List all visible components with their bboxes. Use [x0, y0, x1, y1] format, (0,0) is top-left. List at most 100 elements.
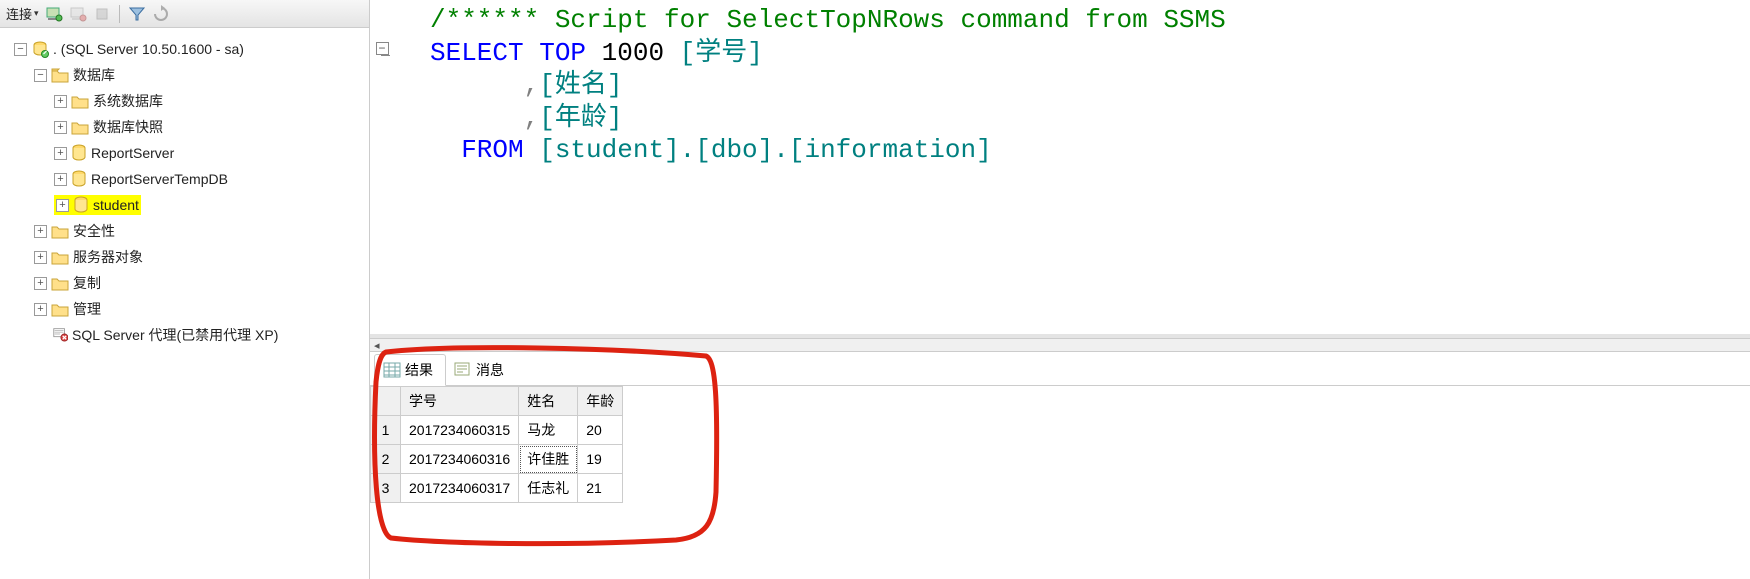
- tree-replication-node[interactable]: + 复制: [4, 270, 365, 296]
- tree-server-node[interactable]: − . (SQL Server 10.50.1600 - sa): [4, 36, 365, 62]
- tree-student-label: student: [93, 197, 139, 213]
- expand-toggle[interactable]: +: [54, 173, 67, 186]
- tree-reportservertemp-node[interactable]: + ReportServerTempDB: [4, 166, 365, 192]
- tab-messages[interactable]: 消息: [446, 355, 516, 385]
- cell[interactable]: 马龙: [519, 416, 578, 445]
- expand-toggle[interactable]: +: [56, 199, 69, 212]
- tree-db-snapshots-node[interactable]: + 数据库快照: [4, 114, 365, 140]
- tree-management-label: 管理: [73, 299, 101, 319]
- sql-from-kw: FROM: [430, 135, 524, 165]
- tree-system-databases-node[interactable]: + 系统数据库: [4, 88, 365, 114]
- results-tabs: 结果 消息: [370, 352, 1750, 386]
- tree-reportservertemp-label: ReportServerTempDB: [91, 171, 228, 187]
- tree-server-label: . (SQL Server 10.50.1600 - sa): [53, 41, 244, 57]
- sql-table: [student].[dbo].[information]: [524, 135, 992, 165]
- tree-student-node[interactable]: + student: [4, 192, 365, 218]
- table-row[interactable]: 1 2017234060315 马龙 20: [371, 416, 623, 445]
- results-pane: 结果 消息 学号 姓名 年龄 1 20172340: [370, 352, 1750, 503]
- database-icon: [71, 170, 87, 188]
- object-explorer-tree[interactable]: − . (SQL Server 10.50.1600 - sa) − 数据库 +: [0, 28, 369, 356]
- cell[interactable]: 2017234060315: [401, 416, 519, 445]
- database-icon: [71, 144, 87, 162]
- tree-reportserver-node[interactable]: + ReportServer: [4, 140, 365, 166]
- tree-security-node[interactable]: + 安全性: [4, 218, 365, 244]
- folder-icon: [51, 250, 69, 265]
- refresh-icon[interactable]: [152, 5, 170, 23]
- tab-messages-label: 消息: [476, 360, 504, 380]
- cell[interactable]: 20: [578, 416, 623, 445]
- tree-system-databases-label: 系统数据库: [93, 91, 163, 111]
- grid-header-col1[interactable]: 学号: [401, 387, 519, 416]
- tree-databases-node[interactable]: − 数据库: [4, 62, 365, 88]
- tree-replication-label: 复制: [73, 273, 101, 293]
- cell-selected[interactable]: 许佳胜: [519, 445, 578, 474]
- tab-results[interactable]: 结果: [374, 354, 446, 386]
- folder-icon: [71, 120, 89, 135]
- tree-db-snapshots-label: 数据库快照: [93, 117, 163, 137]
- row-number[interactable]: 1: [371, 416, 401, 445]
- grid-header-col3[interactable]: 年龄: [578, 387, 623, 416]
- tree-sql-agent-node[interactable]: SQL Server 代理(已禁用代理 XP): [4, 322, 365, 348]
- sql-col1: [学号]: [680, 38, 763, 68]
- table-row[interactable]: 3 2017234060317 任志礼 21: [371, 474, 623, 503]
- expand-toggle[interactable]: +: [54, 121, 67, 134]
- expand-toggle[interactable]: +: [54, 95, 67, 108]
- tree-management-node[interactable]: + 管理: [4, 296, 365, 322]
- tree-reportserver-label: ReportServer: [91, 145, 174, 161]
- expand-toggle[interactable]: +: [54, 147, 67, 160]
- tree-security-label: 安全性: [73, 221, 115, 241]
- tab-results-label: 结果: [405, 360, 433, 380]
- tree-databases-label: 数据库: [73, 65, 115, 85]
- scroll-left-icon[interactable]: ◂: [374, 339, 380, 352]
- sql-top-kw: TOP: [524, 38, 586, 68]
- cell[interactable]: 2017234060317: [401, 474, 519, 503]
- expand-toggle[interactable]: −: [14, 43, 27, 56]
- disconnect-server-icon[interactable]: [69, 5, 87, 23]
- folder-icon: [51, 276, 69, 291]
- object-explorer-panel: 连接 ▾ −: [0, 0, 370, 579]
- messages-icon: [454, 362, 472, 378]
- stop-icon[interactable]: [93, 5, 111, 23]
- sql-editor[interactable]: − /****** Script for SelectTopNRows comm…: [370, 0, 1750, 338]
- folder-icon: [51, 224, 69, 239]
- tree-server-objects-label: 服务器对象: [73, 247, 143, 267]
- row-number[interactable]: 3: [371, 474, 401, 503]
- cell[interactable]: 19: [578, 445, 623, 474]
- results-grid[interactable]: 学号 姓名 年龄 1 2017234060315 马龙 20 2 2017234…: [370, 386, 623, 503]
- connect-label[interactable]: 连接: [6, 4, 32, 23]
- table-row[interactable]: 2 2017234060316 许佳胜 19: [371, 445, 623, 474]
- sql-comma1: ,: [430, 70, 539, 100]
- sql-col2: [姓名]: [539, 70, 622, 100]
- expand-toggle[interactable]: +: [34, 225, 47, 238]
- server-icon: [31, 40, 49, 58]
- grid-corner[interactable]: [371, 387, 401, 416]
- connect-server-icon[interactable]: [45, 5, 63, 23]
- horizontal-scrollbar[interactable]: ◂: [370, 338, 1750, 352]
- connect-dropdown-icon[interactable]: ▾: [34, 8, 39, 19]
- cell[interactable]: 2017234060316: [401, 445, 519, 474]
- cell[interactable]: 21: [578, 474, 623, 503]
- database-icon: [73, 196, 89, 214]
- editor-results-panel: − /****** Script for SelectTopNRows comm…: [370, 0, 1750, 579]
- filter-icon[interactable]: [128, 5, 146, 23]
- folder-icon: [71, 94, 89, 109]
- sql-comment: /****** Script for SelectTopNRows comman…: [430, 5, 1226, 35]
- fold-toggle[interactable]: −: [376, 42, 389, 55]
- grid-icon: [383, 362, 401, 378]
- cell[interactable]: 任志礼: [519, 474, 578, 503]
- expand-toggle[interactable]: +: [34, 277, 47, 290]
- tree-sql-agent-label: SQL Server 代理(已禁用代理 XP): [72, 325, 278, 345]
- sql-agent-icon: [52, 326, 68, 344]
- sql-select-kw: SELECT: [430, 38, 524, 68]
- grid-header-row: 学号 姓名 年龄: [371, 387, 623, 416]
- sql-col3: [年龄]: [539, 103, 622, 133]
- grid-header-col2[interactable]: 姓名: [519, 387, 578, 416]
- sql-comma2: ,: [430, 103, 539, 133]
- object-explorer-toolbar: 连接 ▾: [0, 0, 369, 28]
- expand-toggle[interactable]: −: [34, 69, 47, 82]
- expand-toggle[interactable]: +: [34, 303, 47, 316]
- row-number[interactable]: 2: [371, 445, 401, 474]
- tree-server-objects-node[interactable]: + 服务器对象: [4, 244, 365, 270]
- expand-toggle[interactable]: +: [34, 251, 47, 264]
- folder-icon: [51, 302, 69, 317]
